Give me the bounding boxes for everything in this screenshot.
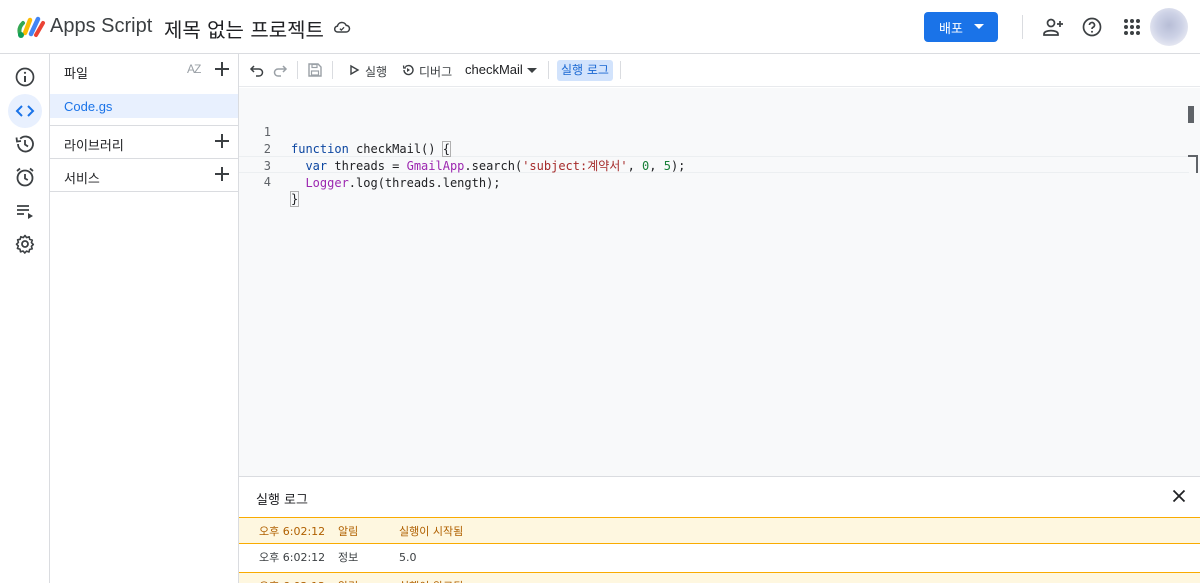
apps-grid-icon[interactable] — [1120, 15, 1144, 39]
cloud-icon — [333, 21, 351, 33]
code-editor[interactable]: 1 function checkMail() { 2 var threads =… — [239, 88, 1200, 476]
add-file-icon[interactable] — [215, 62, 229, 76]
scrollbar-thumb[interactable] — [1188, 106, 1194, 123]
chevron-down-icon — [974, 24, 984, 29]
log-message: 실행이 시작됨 — [399, 525, 464, 538]
overview-ruler-cursor — [1196, 155, 1198, 173]
files-label: 파일 — [64, 67, 88, 82]
libraries-section-header: 라이브러리 — [50, 126, 239, 158]
top-header: Apps Script 제목 없는 프로젝트 배포 — [0, 0, 1200, 54]
deploy-label: 배포 — [939, 21, 963, 37]
log-panel-title: 실행 로그 — [256, 493, 308, 508]
files-section-header: 파일 AZ — [50, 54, 239, 86]
close-icon[interactable] — [1172, 489, 1186, 503]
play-icon — [350, 64, 360, 76]
log-message: 실행이 완료됨 — [399, 573, 463, 583]
code-token: Logger — [291, 176, 349, 190]
log-message: 5.0 — [399, 551, 417, 564]
executions-icon[interactable] — [13, 199, 37, 223]
text-cursor — [298, 192, 300, 207]
toolbar-divider — [548, 61, 549, 79]
info-icon[interactable] — [13, 65, 37, 89]
function-select[interactable]: checkMail — [465, 62, 523, 77]
toolbar-divider — [332, 61, 333, 79]
chevron-down-icon[interactable] — [527, 68, 537, 73]
log-row: 오후 6:02:12 알림 실행이 완료됨 — [239, 572, 1200, 583]
log-time: 오후 6:02:12 — [259, 551, 326, 564]
libraries-label: 라이브러리 — [64, 139, 124, 154]
sort-az-icon[interactable]: AZ — [187, 62, 205, 78]
files-panel: 파일 AZ Code.gs 라이브러리 서비스 — [50, 54, 239, 583]
triggers-icon[interactable] — [13, 165, 37, 189]
log-type: 알림 — [338, 573, 358, 583]
editor-toolbar: 실행 디버그 checkMail 실행 로그 — [239, 54, 1200, 87]
log-type: 알림 — [338, 525, 359, 538]
execution-log-panel: 실행 로그 오후 6:02:12 알림 실행이 시작됨 오후 6:02:12 정… — [239, 476, 1200, 583]
file-name: Code.gs — [64, 99, 113, 114]
line-number: 4 — [263, 175, 271, 189]
code-line: 3 Logger.log(threads.length); — [239, 141, 1189, 190]
add-service-icon[interactable] — [215, 167, 229, 181]
history-icon[interactable] — [13, 132, 37, 156]
project-title[interactable]: 제목 없는 프로젝트 — [164, 14, 324, 43]
code-icon[interactable] — [13, 99, 37, 123]
log-type: 정보 — [338, 551, 359, 564]
deploy-button[interactable]: 배포 — [924, 12, 998, 42]
redo-icon[interactable] — [272, 62, 288, 78]
debug-button[interactable]: 디버그 — [419, 63, 452, 80]
file-item[interactable]: Code.gs — [50, 94, 238, 118]
execution-log-toggle[interactable]: 실행 로그 — [557, 60, 613, 81]
apps-script-logo[interactable] — [16, 14, 46, 40]
divider — [50, 191, 239, 192]
services-section-header: 서비스 — [50, 159, 239, 191]
log-time: 오후 6:02:12 — [259, 573, 325, 583]
code-token: } — [289, 191, 300, 207]
log-row: 오후 6:02:12 알림 실행이 시작됨 — [239, 517, 1200, 544]
left-rail — [0, 54, 50, 583]
save-icon[interactable] — [307, 62, 323, 78]
undo-icon[interactable] — [249, 62, 265, 78]
toolbar-divider — [297, 61, 298, 79]
add-person-icon[interactable] — [1041, 15, 1065, 39]
header-divider — [1022, 15, 1023, 39]
app-name: Apps Script — [50, 15, 153, 37]
log-time: 오후 6:02:12 — [259, 525, 326, 538]
code-token: .log(threads.length); — [348, 176, 501, 190]
code-line: 1 function checkMail() { — [239, 107, 1189, 157]
log-row: 오후 6:02:12 정보 5.0 — [239, 544, 1200, 571]
settings-icon[interactable] — [13, 232, 37, 256]
help-icon[interactable] — [1080, 15, 1104, 39]
run-button[interactable]: 실행 — [365, 63, 387, 80]
code-line: 4 } — [239, 157, 1189, 207]
services-label: 서비스 — [64, 172, 100, 187]
debug-icon — [402, 64, 414, 76]
avatar[interactable] — [1150, 8, 1188, 46]
add-library-icon[interactable] — [215, 134, 229, 148]
code-line: 2 var threads = GmailApp.search('subject… — [239, 124, 1189, 173]
toolbar-divider — [620, 61, 621, 79]
